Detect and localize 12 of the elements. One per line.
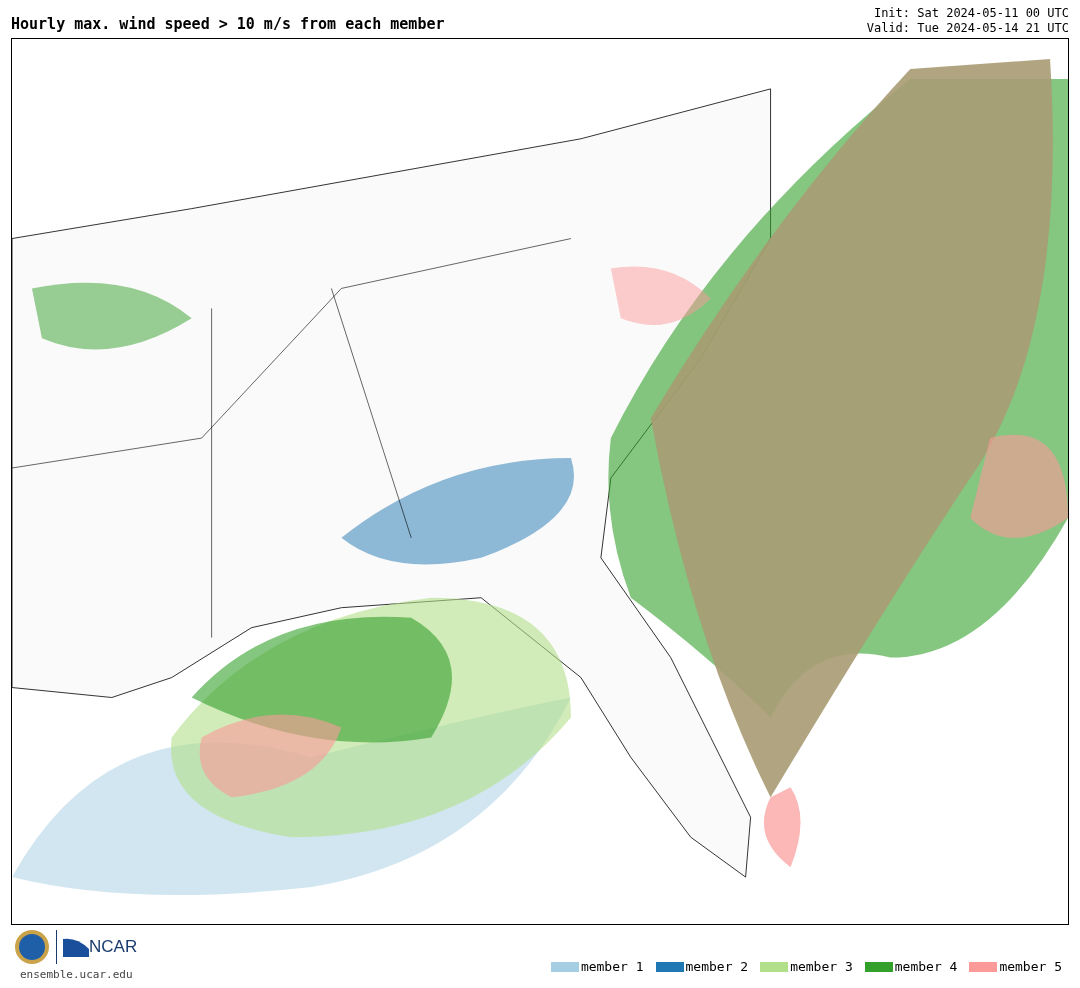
chart-title: Hourly max. wind speed > 10 m/s from each member [11, 13, 445, 35]
legend-label: member 3 [790, 958, 853, 976]
legend-label: member 2 [685, 958, 749, 976]
legend-label: member 4 [894, 958, 958, 976]
init-time: Init: Sat 2024-05-11 00 UTC [873, 6, 1069, 21]
valid-time: Valid: Tue 2024-05-14 21 UTC [866, 21, 1069, 36]
seal-icon [14, 929, 50, 965]
legend-label: member 1 [580, 958, 644, 976]
swoosh-icon [63, 937, 89, 957]
logo-text: NCAR [89, 936, 138, 959]
legend-label: member 5 [999, 958, 1062, 976]
site-url: ensemble.ucar.edu [20, 967, 133, 983]
